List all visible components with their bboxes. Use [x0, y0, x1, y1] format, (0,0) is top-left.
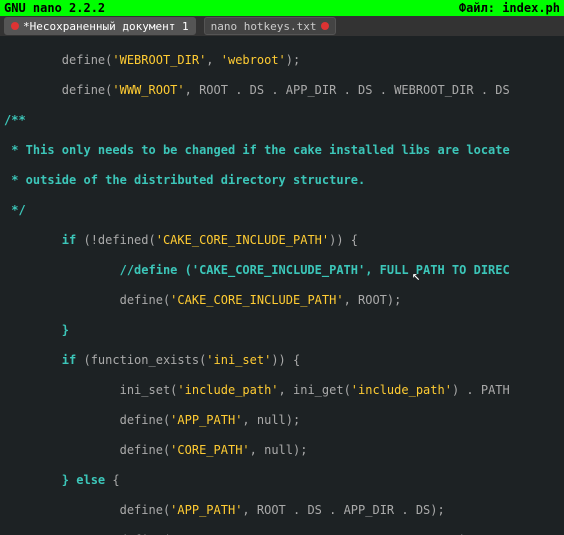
tab-label: *Несохраненный документ 1 — [23, 20, 189, 33]
app-name: GNU nano — [4, 1, 62, 15]
filename: index.ph — [502, 1, 560, 15]
editor-viewport[interactable]: define('WEBROOT_DIR', 'webroot'); define… — [0, 36, 564, 535]
titlebar: GNU nano 2.2.2 Файл: index.ph — [0, 0, 564, 16]
tab-unsaved-document[interactable]: *Несохраненный документ 1 — [4, 17, 196, 35]
close-icon[interactable] — [321, 22, 329, 30]
app-version: 2.2.2 — [69, 1, 105, 15]
close-icon[interactable] — [11, 22, 19, 30]
tab-label: nano hotkeys.txt — [211, 20, 317, 33]
tab-bar: *Несохраненный документ 1 nano hotkeys.t… — [0, 16, 564, 36]
file-label: Файл: — [459, 1, 495, 15]
tab-nano-hotkeys[interactable]: nano hotkeys.txt — [204, 17, 336, 35]
